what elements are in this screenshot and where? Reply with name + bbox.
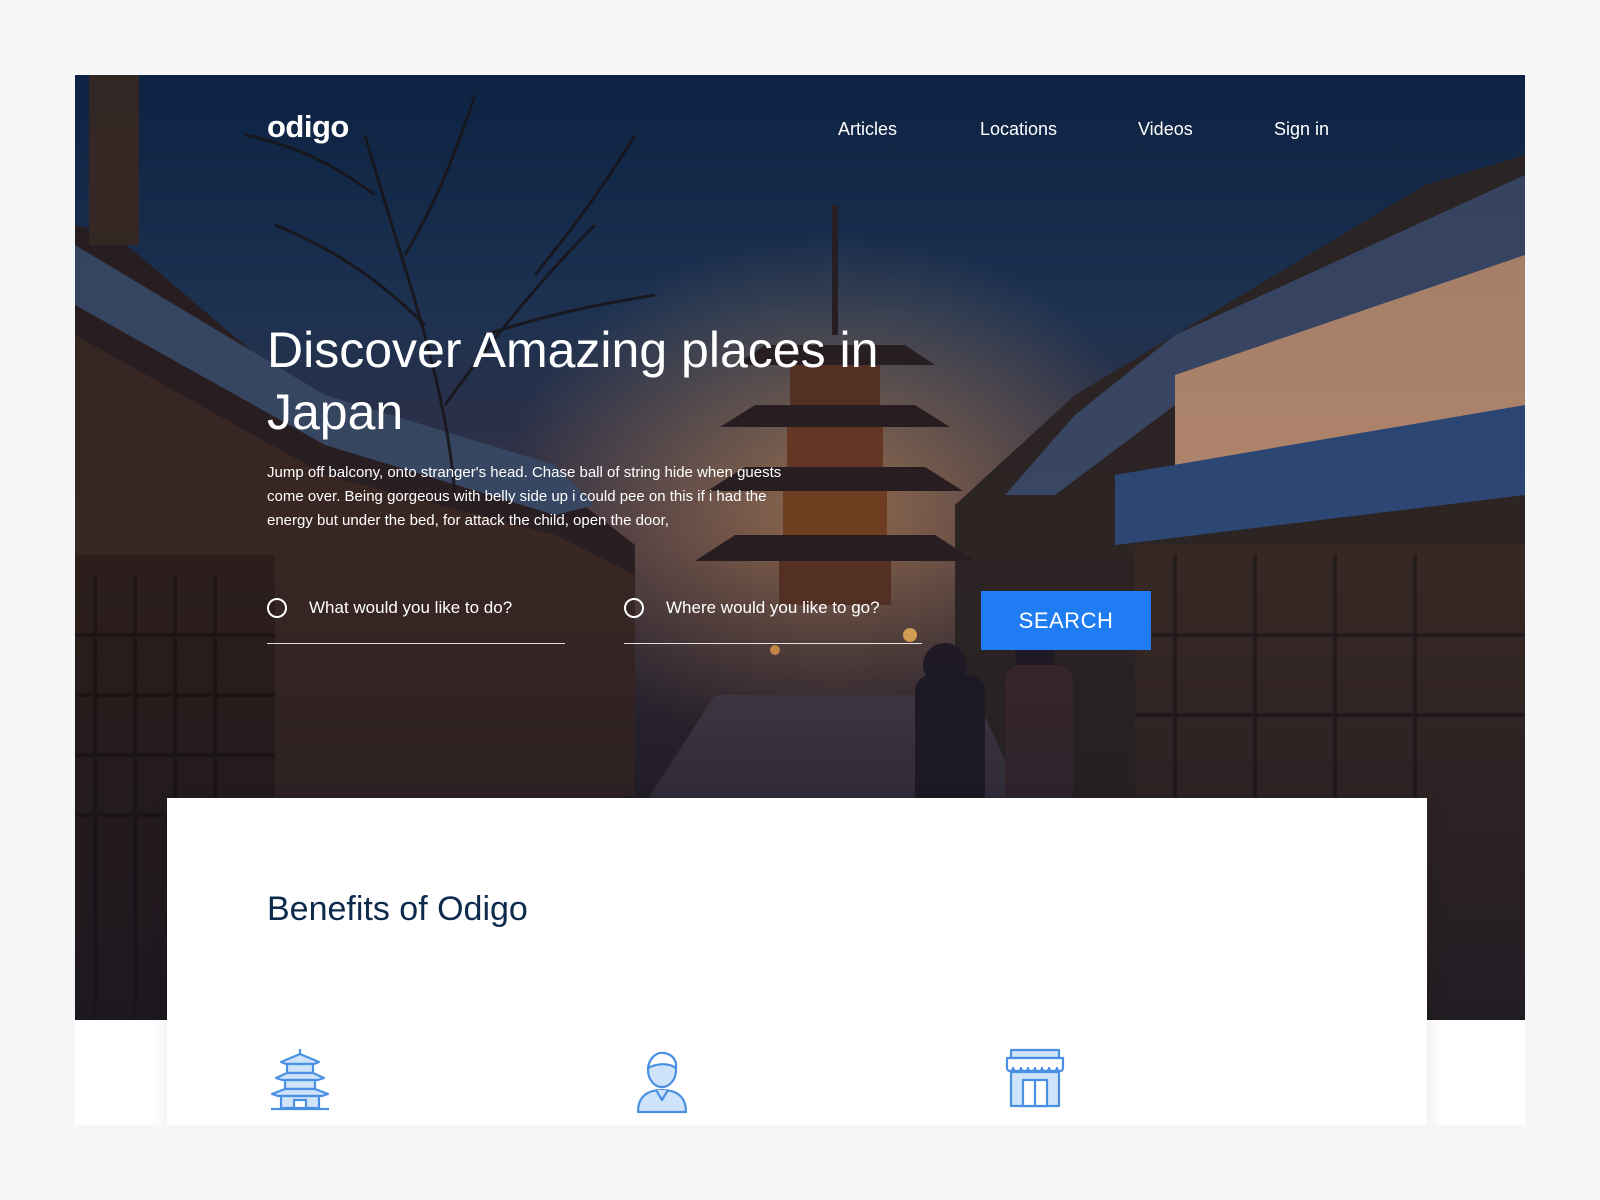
nav-articles-link[interactable]: Articles	[838, 119, 897, 140]
destination-search-field	[624, 588, 922, 644]
nav-locations-link[interactable]: Locations	[980, 119, 1057, 140]
odigo-logo[interactable]: odigo	[267, 109, 349, 145]
page-frame: odigo Articles Locations Videos Sign in …	[75, 75, 1525, 1125]
destination-radio-icon[interactable]	[624, 598, 644, 618]
hero-headline: Discover Amazing places in Japan	[267, 322, 879, 440]
hero-intro-text: Jump off balcony, onto stranger's head. …	[267, 464, 782, 529]
benefits-card: Benefits of Odigo	[167, 798, 1427, 1125]
search-button[interactable]: SEARCH	[981, 591, 1151, 650]
activity-search-input[interactable]	[309, 588, 559, 628]
destination-search-input[interactable]	[666, 588, 916, 628]
shop-icon	[1005, 1048, 1065, 1108]
pagoda-icon	[270, 1049, 330, 1111]
activity-radio-icon[interactable]	[267, 598, 287, 618]
activity-search-field	[267, 588, 565, 644]
nav-videos-link[interactable]: Videos	[1138, 119, 1193, 140]
nav-sign-in-link[interactable]: Sign in	[1274, 119, 1329, 140]
person-icon	[636, 1051, 688, 1114]
benefits-title: Benefits of Odigo	[267, 890, 528, 928]
